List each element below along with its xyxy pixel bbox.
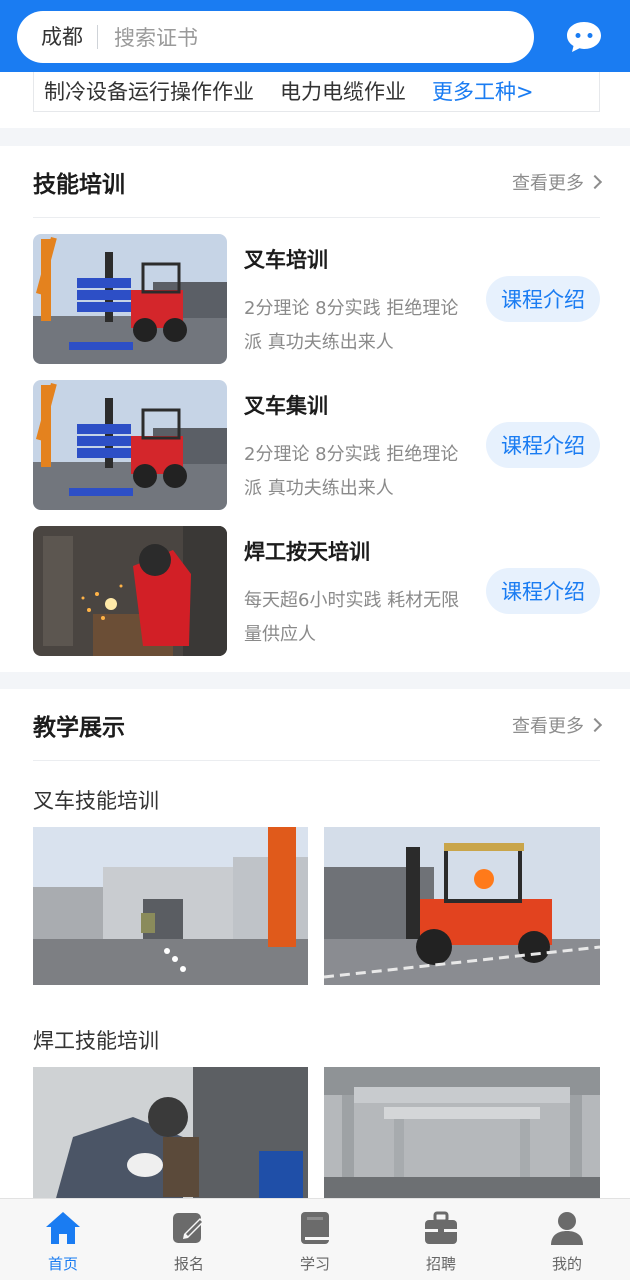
header-bar: 成都 搜索证书 [0, 0, 630, 72]
course-card[interactable]: 叉车集训 2分理论 8分实践 拒绝理论派 真功夫练出来人 课程介绍 [33, 380, 600, 510]
search-input[interactable]: 搜索证书 [98, 22, 198, 52]
user-icon [551, 1212, 583, 1245]
tab-signup[interactable]: 报名 [126, 1199, 252, 1280]
course-title: 焊工按天培训 [244, 540, 370, 564]
tab-label: 报名 [173, 1255, 204, 1273]
welding-photo [33, 526, 227, 656]
tab-label: 首页 [47, 1255, 78, 1273]
tab-mine[interactable]: 我的 [504, 1199, 630, 1280]
course-card[interactable]: 焊工按天培训 每天超6小时实践 耗材无限量供应人 课程介绍 [33, 526, 600, 656]
teaching-display-section: 教学展示 查看更多 叉车技能培训 焊工技能培训 [0, 689, 630, 1209]
bottom-tab-bar: 首页 报名 学习 招聘 我的 [0, 1198, 630, 1280]
category-strip: 制冷设备运行操作作业 电力电缆作业 更多工种> [0, 70, 630, 128]
chevron-right-icon [587, 717, 603, 732]
city-selector[interactable]: 成都 [17, 25, 98, 49]
forklift-driving-photo[interactable] [324, 827, 600, 985]
welding-practice-photo[interactable] [33, 1067, 308, 1209]
edit-form-icon [173, 1213, 204, 1243]
search-bar[interactable]: 成都 搜索证书 [17, 11, 534, 63]
course-intro-button[interactable]: 课程介绍 [486, 276, 600, 322]
tab-home[interactable]: 首页 [0, 1199, 126, 1280]
tab-study[interactable]: 学习 [252, 1199, 378, 1280]
course-intro-button[interactable]: 课程介绍 [486, 422, 600, 468]
tab-label: 招聘 [425, 1255, 456, 1273]
more-categories-link[interactable]: 更多工种> [432, 76, 534, 106]
category-item[interactable]: 电力电缆作业 [280, 76, 406, 106]
chat-bubble-icon[interactable] [565, 20, 603, 54]
gallery-subheading: 叉车技能培训 [33, 789, 159, 813]
course-intro-button[interactable]: 课程介绍 [486, 568, 600, 614]
gallery-subheading: 焊工技能培训 [33, 1029, 159, 1053]
workshop-photo[interactable] [324, 1067, 600, 1209]
course-description: 2分理论 8分实践 拒绝理论派 真功夫练出来人 [244, 298, 459, 353]
chevron-right-icon [587, 174, 603, 189]
home-icon [46, 1212, 80, 1244]
tab-jobs[interactable]: 招聘 [378, 1199, 504, 1280]
course-title: 叉车集训 [244, 394, 328, 418]
category-box: 制冷设备运行操作作业 电力电缆作业 更多工种> [33, 70, 600, 112]
course-description: 2分理论 8分实践 拒绝理论派 真功夫练出来人 [244, 444, 459, 499]
skills-training-section: 技能培训 查看更多 叉车培训 2分理论 8分实践 拒绝理论派 真功夫练出来人 课… [0, 146, 630, 672]
briefcase-icon [425, 1211, 457, 1244]
view-more-link[interactable]: 查看更多 [512, 169, 603, 195]
tab-label: 我的 [551, 1255, 582, 1273]
book-icon [301, 1212, 329, 1244]
forklift-photo [33, 380, 227, 510]
section-header: 技能培训 查看更多 [33, 146, 603, 218]
course-title: 叉车培训 [244, 248, 328, 272]
course-description: 每天超6小时实践 耗材无限量供应人 [244, 590, 460, 645]
view-more-label: 查看更多 [512, 715, 584, 737]
view-more-link[interactable]: 查看更多 [512, 712, 603, 738]
section-title: 技能培训 [33, 171, 125, 198]
category-item[interactable]: 制冷设备运行操作作业 [44, 76, 254, 106]
tab-label: 学习 [299, 1255, 330, 1273]
course-card[interactable]: 叉车培训 2分理论 8分实践 拒绝理论派 真功夫练出来人 课程介绍 [33, 234, 600, 364]
section-title: 教学展示 [33, 714, 125, 741]
section-header: 教学展示 查看更多 [33, 689, 603, 761]
forklift-photo [33, 234, 227, 364]
forklift-yard-photo[interactable] [33, 827, 308, 985]
view-more-label: 查看更多 [512, 172, 584, 194]
